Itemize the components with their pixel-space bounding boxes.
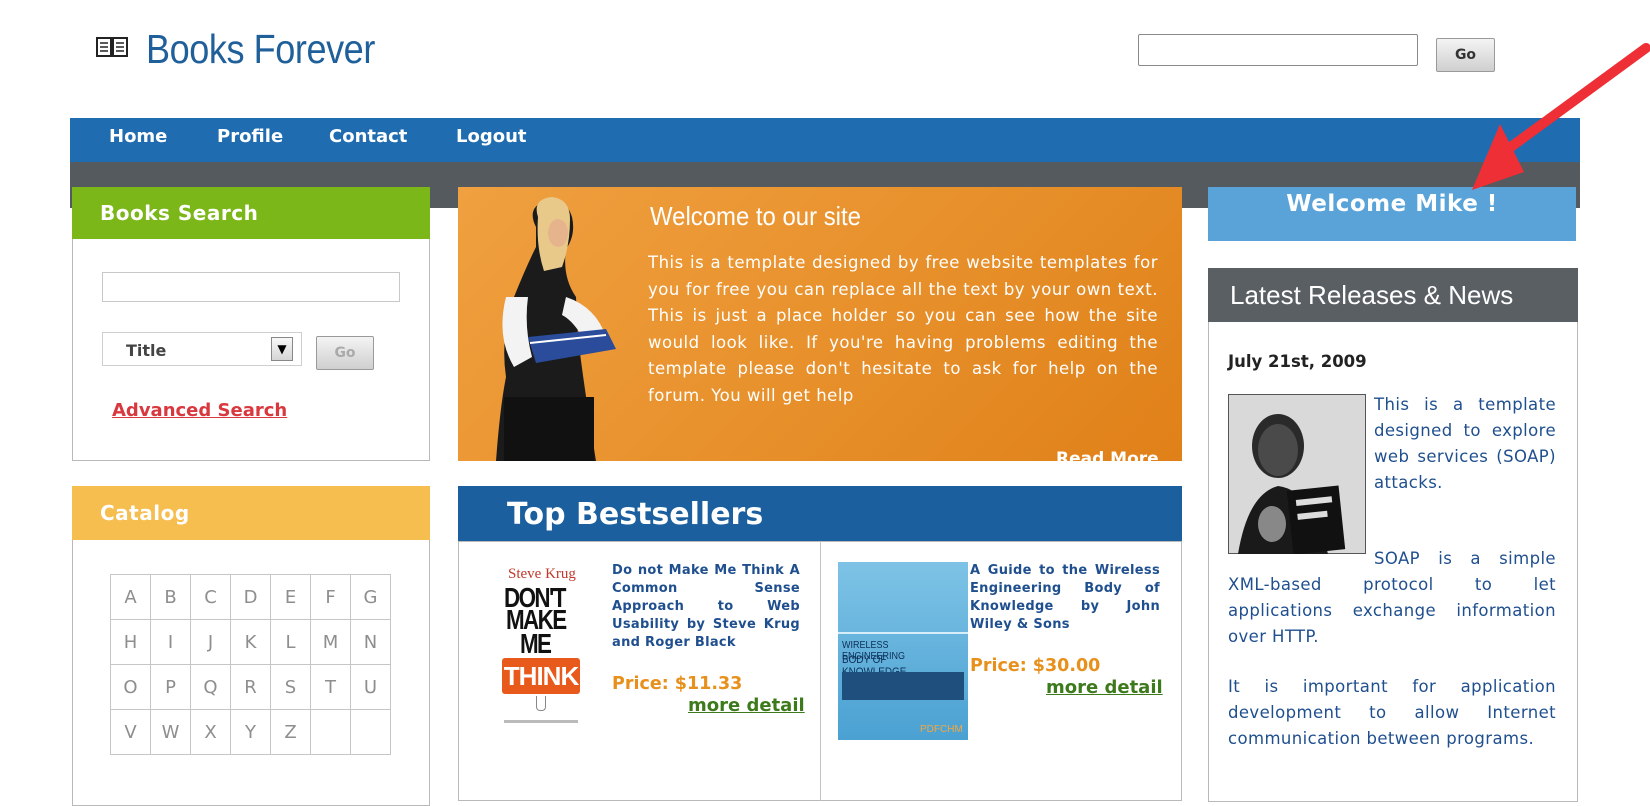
banner-bottom-mask <box>458 461 1182 486</box>
catalog-letter-grid: A B C D E F G H I J K L M N O P Q R S T … <box>110 574 391 755</box>
site-title[interactable]: Books Forever <box>146 26 375 73</box>
catalog-letter[interactable]: P <box>150 664 191 710</box>
news-date: July 21st, 2009 <box>1228 352 1367 371</box>
catalog-letter[interactable]: Q <box>190 664 231 710</box>
news-title: Latest Releases & News <box>1208 268 1578 322</box>
book-1-price: Price: $11.33 <box>612 674 743 694</box>
search-field-select-value: Title <box>126 341 167 360</box>
catalog-letter[interactable]: U <box>350 664 391 710</box>
catalog-letter[interactable]: W <box>150 709 191 755</box>
nav-logout[interactable]: Logout <box>456 126 527 147</box>
cover-band <box>842 672 964 700</box>
catalog-letter[interactable]: Y <box>230 709 271 755</box>
catalog-letter[interactable]: C <box>190 574 231 620</box>
catalog-letter[interactable]: A <box>110 574 151 620</box>
catalog-letter[interactable]: J <box>190 619 231 665</box>
catalog-letter[interactable]: D <box>230 574 271 620</box>
catalog-letter[interactable]: R <box>230 664 271 710</box>
read-more-link[interactable]: Read More <box>1056 449 1159 461</box>
cursor-icon <box>536 696 546 711</box>
books-search-title: Books Search <box>72 187 430 239</box>
catalog-letter[interactable]: B <box>150 574 191 620</box>
catalog-letter[interactable]: M <box>310 619 351 665</box>
catalog-letter[interactable]: L <box>270 619 311 665</box>
book-1-description: Do not Make Me Think A Common Sense Appr… <box>612 563 800 650</box>
cover-line-3: PDFCHM <box>920 724 963 735</box>
catalog-letter[interactable]: H <box>110 619 151 665</box>
bestsellers-title: Top Bestsellers <box>458 486 1182 542</box>
cover-line-3: ME <box>520 628 552 659</box>
catalog-letter[interactable]: T <box>310 664 351 710</box>
cover-author: Steve Krug <box>508 566 576 582</box>
catalog-letter <box>310 709 351 755</box>
catalog-letter[interactable]: O <box>110 664 151 710</box>
red-arrow-annotation <box>1472 43 1650 190</box>
book-cover-wireless-engineering[interactable]: WIRELESS ENGINEERING BODY OF KNOWLEDGE P… <box>838 562 968 740</box>
catalog-letter[interactable]: Z <box>270 709 311 755</box>
catalog-letter[interactable]: E <box>270 574 311 620</box>
book-2-price: Price: $30.00 <box>970 656 1101 676</box>
news-paragraph-3: It is important for application developm… <box>1228 677 1556 748</box>
catalog-letter[interactable]: I <box>150 619 191 665</box>
advanced-search-link[interactable]: Advanced Search <box>112 400 287 421</box>
cover-rule <box>838 632 968 634</box>
read-more-clip: Read More <box>1056 449 1182 461</box>
catalog-letter[interactable]: V <box>110 709 151 755</box>
catalog-letter[interactable]: N <box>350 619 391 665</box>
book-1-more-detail-link[interactable]: more detail <box>688 695 805 716</box>
catalog-letter <box>350 709 391 755</box>
nav-profile[interactable]: Profile <box>217 126 283 147</box>
cover-line-4: THINK <box>502 658 580 694</box>
nav-home[interactable]: Home <box>109 126 167 147</box>
news-paragraph-2: SOAP is a simple XML-based protocol to l… <box>1228 549 1556 646</box>
book-cover-dont-make-me-think[interactable]: Steve Krug DON'T MAKE ME THINK <box>496 562 586 734</box>
welcome-banner-title: Welcome to our site <box>650 201 861 231</box>
catalog-title: Catalog <box>72 486 430 540</box>
header-search-input[interactable] <box>1138 34 1418 66</box>
author-photo <box>1228 394 1366 554</box>
book-2-more-detail-link[interactable]: more detail <box>1046 677 1163 698</box>
catalog-letter[interactable]: G <box>350 574 391 620</box>
chevron-down-icon[interactable]: ▼ <box>271 337 293 361</box>
cover-subtitle-line <box>504 720 578 723</box>
welcome-banner-text: This is a template designed by free webs… <box>648 253 1158 405</box>
book-icon <box>96 37 128 57</box>
news-paragraph-1: This is a template designed to explore w… <box>1374 395 1556 492</box>
catalog-letter[interactable]: X <box>190 709 231 755</box>
nav-contact[interactable]: Contact <box>329 126 407 147</box>
main-nav <box>70 118 1580 162</box>
books-search-input[interactable] <box>102 272 400 302</box>
catalog-letter[interactable]: S <box>270 664 311 710</box>
reading-girl-image <box>496 197 616 461</box>
catalog-letter[interactable]: F <box>310 574 351 620</box>
book-2-description: A Guide to the Wireless Engineering Body… <box>970 563 1160 632</box>
books-search-go-button[interactable]: Go <box>316 336 374 370</box>
bestsellers-divider <box>820 541 821 801</box>
catalog-letter[interactable]: K <box>230 619 271 665</box>
